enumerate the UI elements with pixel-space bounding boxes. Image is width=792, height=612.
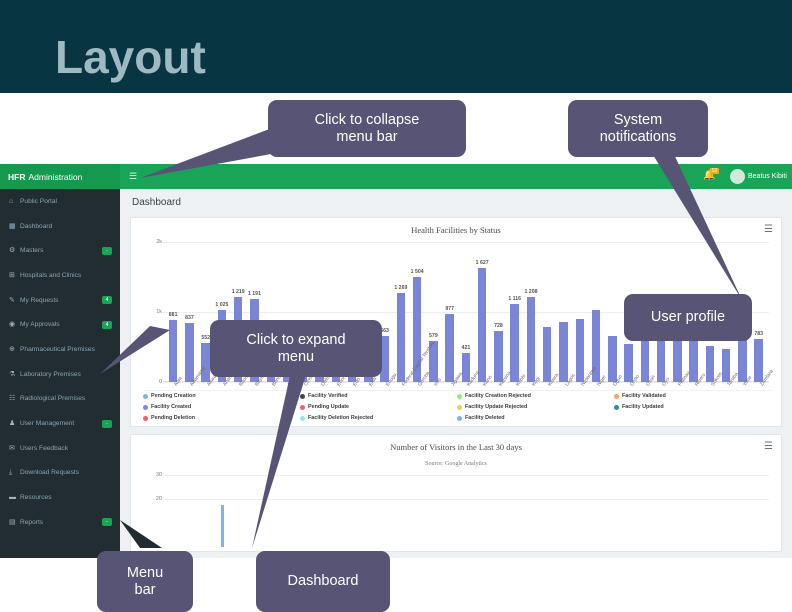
callout-user-text: User profile (650, 309, 726, 326)
callout-system-notifications: System notifications (568, 100, 708, 157)
callout-click-to-expand: Click to expand menu (210, 320, 382, 377)
callout-collapse-text: Click to collapse menu bar (314, 111, 420, 145)
slide-stage: Layout HFR Administration ☰ 🔔 12 Beatus … (0, 0, 792, 612)
callout-click-to-collapse: Click to collapse menu bar (268, 100, 466, 157)
callout-dashboard-text: Dashboard (287, 573, 359, 590)
callout-menu-bar: Menu bar (97, 551, 193, 612)
callout-expand-text: Click to expand menu (246, 331, 346, 365)
callout-dashboard: Dashboard (256, 551, 390, 612)
callout-menubar-text: Menu bar (126, 564, 164, 598)
callout-user-profile: User profile (624, 294, 752, 341)
callout-system-text: System notifications (599, 111, 677, 145)
